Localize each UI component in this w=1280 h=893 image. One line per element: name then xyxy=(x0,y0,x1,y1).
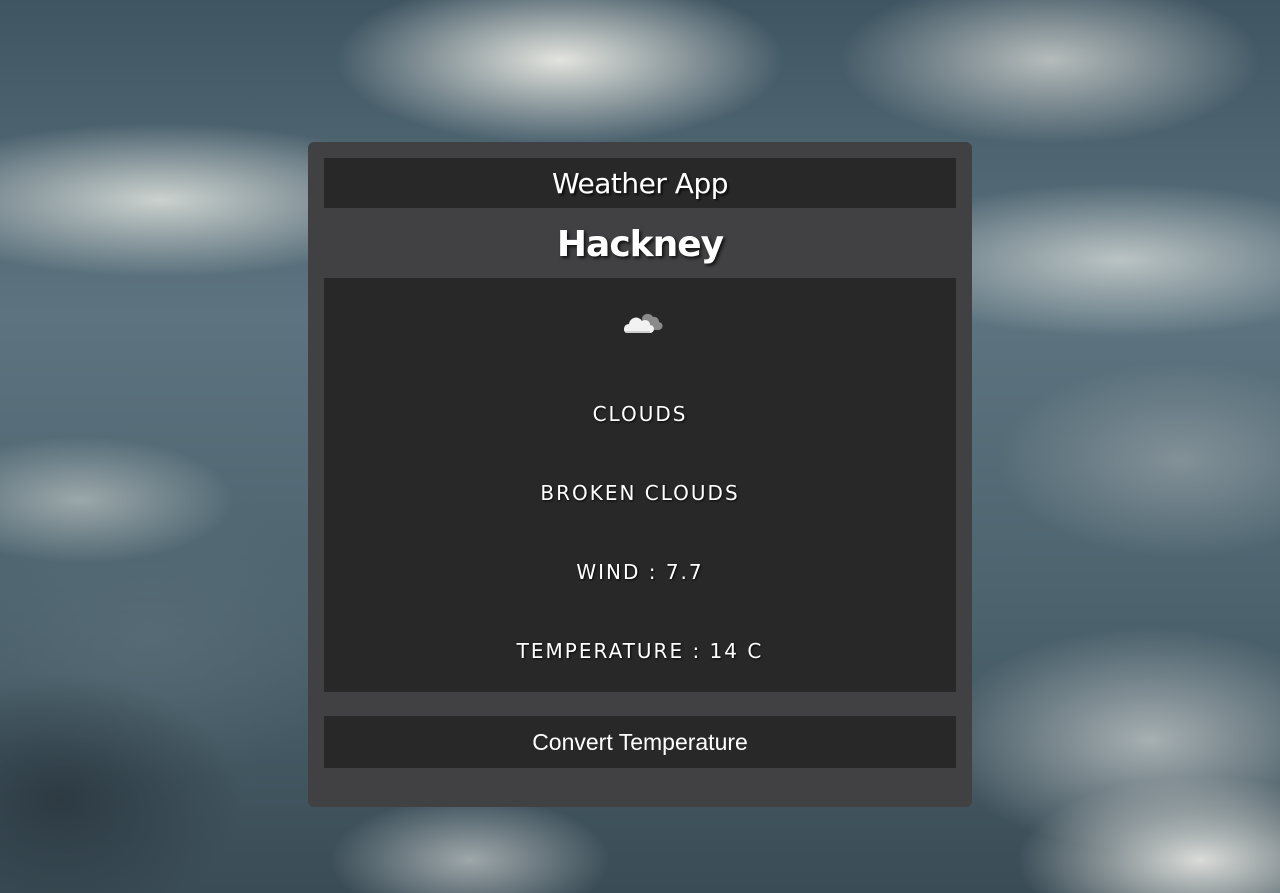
city-name: Hackney xyxy=(556,223,724,265)
weather-card: Weather App Hackney Clouds broken clouds… xyxy=(308,142,972,807)
temperature: Temperature : 14 C xyxy=(516,639,764,663)
weather-description: broken clouds xyxy=(540,481,740,505)
wind-speed: Wind : 7.7 xyxy=(576,560,704,584)
convert-temperature-button[interactable]: Convert Temperature xyxy=(324,716,956,768)
weather-main: Clouds xyxy=(592,402,688,426)
weather-details-panel: Clouds broken clouds Wind : 7.7 Temperat… xyxy=(324,278,956,692)
app-header: Weather App xyxy=(324,158,956,208)
app-title: Weather App xyxy=(552,166,729,200)
cloud-icon xyxy=(624,313,663,333)
